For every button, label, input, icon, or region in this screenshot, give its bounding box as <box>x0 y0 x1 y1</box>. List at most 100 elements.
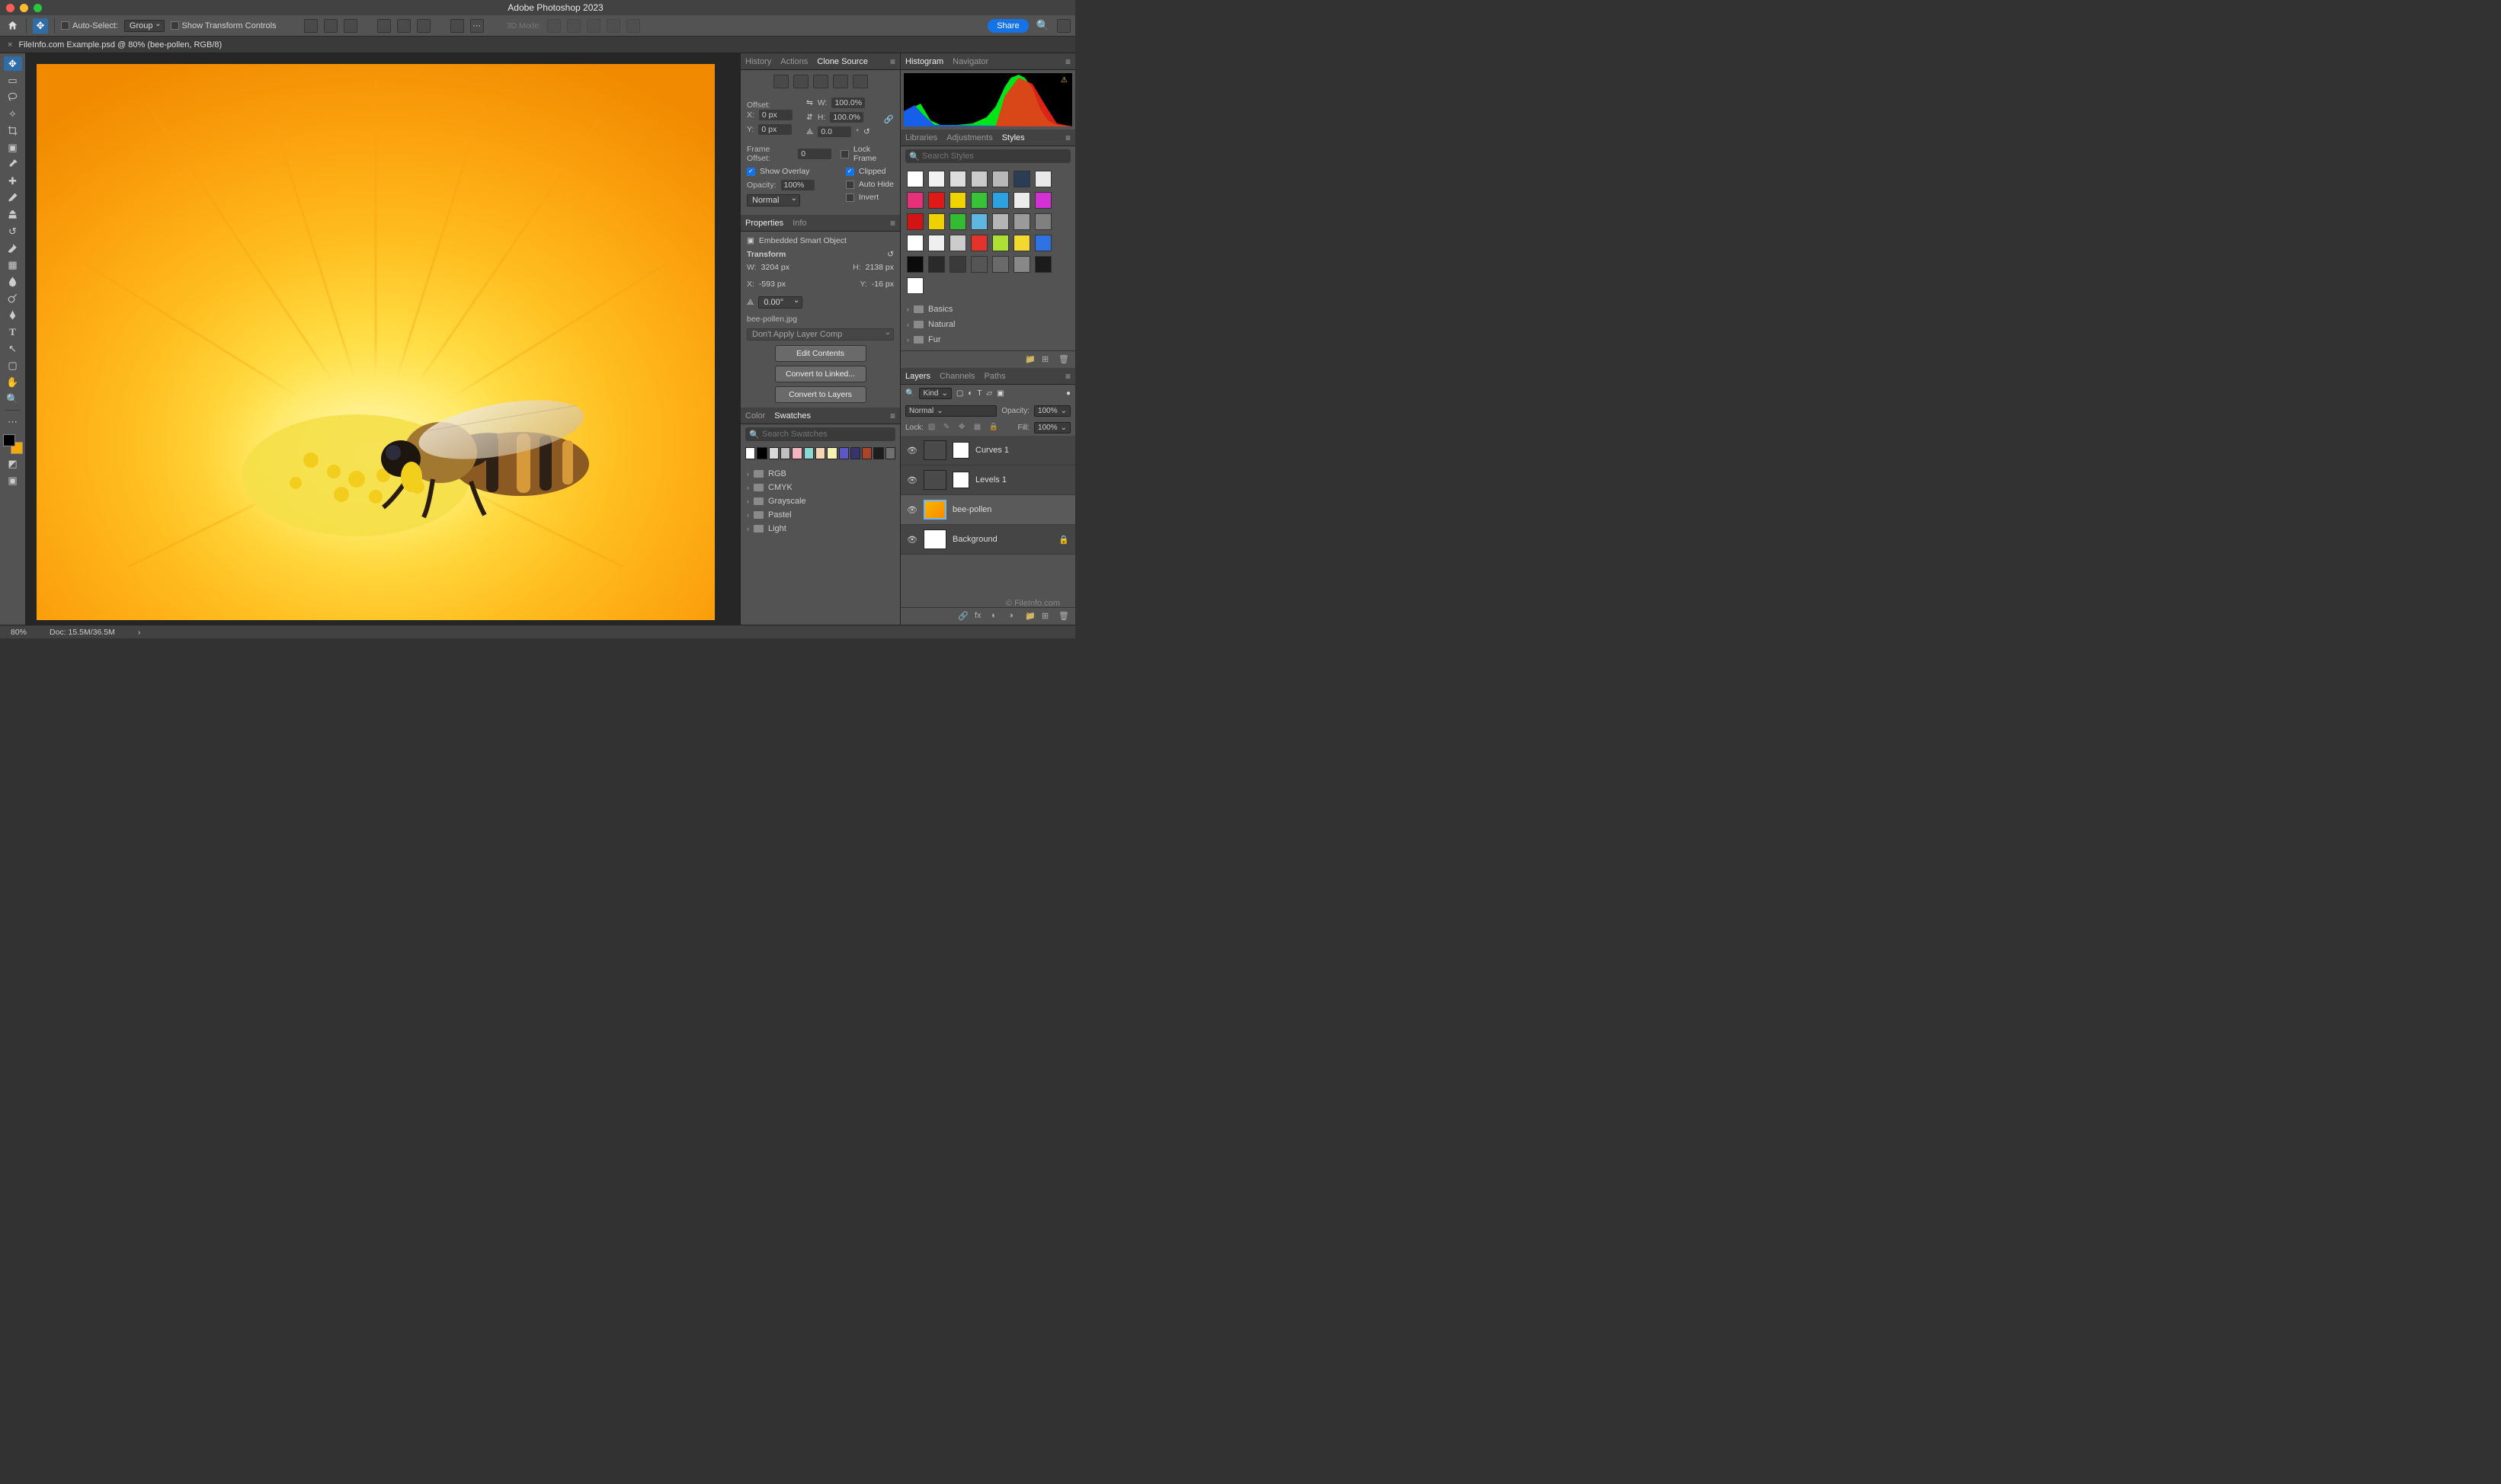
share-button[interactable]: Share <box>988 19 1028 33</box>
filter-shape-icon[interactable]: ▱ <box>986 389 992 398</box>
minimize-window-icon[interactable] <box>20 4 28 12</box>
delete-icon[interactable]: 🗑 <box>1058 354 1069 365</box>
tab-history[interactable]: History <box>745 57 771 66</box>
swatch-item[interactable] <box>769 447 779 459</box>
transform-h-value[interactable]: 2138 px <box>866 263 894 272</box>
lock-artboard-icon[interactable]: ▦ <box>974 423 985 433</box>
style-swatch[interactable] <box>992 213 1009 230</box>
style-swatch[interactable] <box>1014 235 1030 251</box>
panel-menu-icon[interactable]: ≡ <box>890 218 895 229</box>
style-swatch[interactable] <box>1014 213 1030 230</box>
frame-tool-icon[interactable]: ▣ <box>4 140 22 155</box>
swatch-item[interactable] <box>815 447 825 459</box>
swatch-folder-row[interactable]: ›RGB <box>747 467 894 481</box>
tab-adjustments[interactable]: Adjustments <box>946 133 993 142</box>
hand-tool-icon[interactable]: ✋ <box>4 375 22 389</box>
lock-position-icon[interactable]: ✥ <box>959 423 969 433</box>
tab-swatches[interactable]: Swatches <box>774 411 811 421</box>
style-swatch[interactable] <box>971 192 988 209</box>
align-middle-icon[interactable] <box>397 19 411 33</box>
clone-source-3-icon[interactable] <box>813 75 828 88</box>
filter-type-icon[interactable]: T <box>977 389 982 398</box>
layer-row[interactable]: 👁bee-pollen <box>901 495 1075 525</box>
new-style-icon[interactable]: ⊞ <box>1042 354 1052 365</box>
align-center-h-icon[interactable] <box>324 19 338 33</box>
swatches-search-input[interactable] <box>745 427 895 441</box>
panel-menu-icon[interactable]: ≡ <box>1065 133 1071 143</box>
new-layer-icon[interactable]: ⊞ <box>1042 611 1052 622</box>
align-right-icon[interactable] <box>344 19 357 33</box>
overlay-opacity-value[interactable]: 100% <box>781 180 815 190</box>
swatch-item[interactable] <box>850 447 860 459</box>
style-swatch[interactable] <box>949 171 966 187</box>
panel-menu-icon[interactable]: ≡ <box>1065 56 1071 67</box>
marquee-tool-icon[interactable]: ▭ <box>4 73 22 88</box>
lasso-tool-icon[interactable] <box>4 90 22 104</box>
style-swatch[interactable] <box>971 235 988 251</box>
distribute-icon[interactable] <box>450 19 464 33</box>
blend-mode-dropdown[interactable]: Normal⌄ <box>905 405 997 417</box>
invert-checkbox[interactable] <box>846 193 854 202</box>
blur-tool-icon[interactable] <box>4 274 22 289</box>
foreground-color-swatch[interactable] <box>3 434 15 446</box>
frame-offset-value[interactable]: 0 <box>798 149 831 159</box>
style-swatch[interactable] <box>949 235 966 251</box>
style-swatch[interactable] <box>971 256 988 273</box>
style-swatch[interactable] <box>928 171 945 187</box>
layer-mask-thumb[interactable] <box>953 472 969 488</box>
show-overlay-checkbox[interactable] <box>747 168 755 176</box>
link-icon[interactable]: 🔗 <box>884 114 894 124</box>
overlay-blend-dropdown[interactable]: Normal <box>747 194 800 206</box>
healing-brush-tool-icon[interactable]: ✚ <box>4 174 22 188</box>
swatch-folder-row[interactable]: ›Light <box>747 522 894 536</box>
tab-layers[interactable]: Layers <box>905 372 930 381</box>
type-tool-icon[interactable]: T <box>4 325 22 339</box>
visibility-toggle-icon[interactable]: 👁 <box>907 475 917 485</box>
style-swatch[interactable] <box>1014 171 1030 187</box>
panel-menu-icon[interactable]: ≡ <box>1065 371 1071 382</box>
filter-pixel-icon[interactable]: ▢ <box>956 389 963 398</box>
visibility-toggle-icon[interactable]: 👁 <box>907 535 917 545</box>
style-swatch[interactable] <box>1014 192 1030 209</box>
layer-row[interactable]: 👁Curves 1 <box>901 436 1075 465</box>
tab-clone-source[interactable]: Clone Source <box>817 57 868 66</box>
screen-mode-icon[interactable]: ▣ <box>4 473 22 488</box>
visibility-toggle-icon[interactable]: 👁 <box>907 446 917 456</box>
adjustment-layer-icon[interactable]: ◑ <box>1008 611 1019 622</box>
layer-fill-value[interactable]: 100%⌄ <box>1034 422 1071 433</box>
flip-h-icon[interactable]: ⇋ <box>806 98 813 107</box>
align-left-icon[interactable] <box>304 19 318 33</box>
style-swatch[interactable] <box>949 192 966 209</box>
visibility-toggle-icon[interactable]: 👁 <box>907 505 917 515</box>
layer-style-icon[interactable]: fx <box>975 611 985 622</box>
swatch-item[interactable] <box>757 447 767 459</box>
swatch-folder-row[interactable]: ›CMYK <box>747 481 894 494</box>
style-swatch[interactable] <box>907 256 924 273</box>
layer-name[interactable]: Background <box>953 535 998 544</box>
transform-w-value[interactable]: 3204 px <box>761 263 789 272</box>
filter-icon[interactable]: 🔍 <box>905 389 914 398</box>
history-brush-tool-icon[interactable]: ↺ <box>4 224 22 238</box>
document-tab[interactable]: × FileInfo.com Example.psd @ 80% (bee-po… <box>8 40 222 50</box>
style-folder-row[interactable]: ›Basics <box>907 302 1069 317</box>
style-swatch[interactable] <box>992 171 1009 187</box>
style-swatch[interactable] <box>928 256 945 273</box>
quick-mask-icon[interactable]: ◩ <box>4 456 22 471</box>
style-swatch[interactable] <box>1035 192 1052 209</box>
style-swatch[interactable] <box>992 192 1009 209</box>
style-swatch[interactable] <box>907 235 924 251</box>
clone-source-2-icon[interactable] <box>793 75 809 88</box>
filter-adjust-icon[interactable]: ◐ <box>968 389 972 398</box>
swatch-item[interactable] <box>827 447 837 459</box>
eraser-tool-icon[interactable] <box>4 241 22 255</box>
show-transform-checkbox[interactable]: Show Transform Controls <box>171 21 277 30</box>
style-swatch[interactable] <box>949 256 966 273</box>
swatch-folder-row[interactable]: ›Grayscale <box>747 494 894 508</box>
checkbox-icon[interactable] <box>61 21 69 30</box>
style-swatch[interactable] <box>907 192 924 209</box>
status-more-icon[interactable]: › <box>138 628 141 637</box>
layer-mask-thumb[interactable] <box>953 442 969 459</box>
style-swatch[interactable] <box>928 235 945 251</box>
zoom-level[interactable]: 80% <box>11 628 27 637</box>
layer-comp-dropdown[interactable]: Don't Apply Layer Comp <box>747 328 894 341</box>
